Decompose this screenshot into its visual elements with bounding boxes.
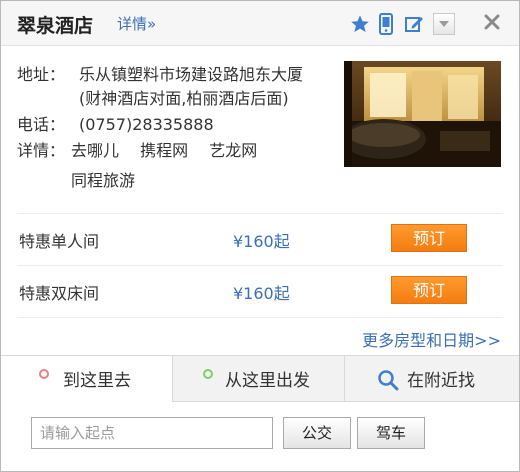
link-elong[interactable]: 艺龙网 [209, 141, 257, 160]
link-tongcheng[interactable]: 同程旅游 [71, 171, 135, 190]
address-line-1: 乐从镇塑料市场建设路旭东大厦 [79, 65, 304, 84]
address-line-2: (财神酒店对面,柏丽酒店后面) [79, 89, 289, 108]
close-icon[interactable] [481, 11, 503, 33]
search-icon [377, 369, 399, 396]
chevron-down-icon[interactable] [433, 13, 455, 35]
hotel-title: 翠泉酒店 [17, 15, 94, 37]
hotel-info-window: 翠泉酒店 详情» 地址： 乐从镇塑料市场建设路旭东大厦 (财神酒店对面,柏丽酒店… [0, 0, 520, 472]
room-price: ¥160起 [233, 232, 290, 251]
popup-header: 翠泉酒店 详情» [1, 1, 519, 46]
route-tabs: 到这里去 从这里出发 在附近找 [1, 355, 519, 402]
bus-button[interactable]: 公交 [283, 417, 351, 449]
more-rooms-link[interactable]: 更多房型和日期>> [362, 327, 501, 351]
green-dot-icon [203, 369, 213, 379]
detail-link[interactable]: 详情» [117, 13, 156, 34]
phone-label: 电话： [17, 115, 66, 134]
tab-nearby-label: 在附近找 [407, 371, 475, 391]
tab-go-here[interactable]: 到这里去 [1, 356, 173, 402]
room-name: 特惠双床间 [19, 284, 100, 303]
tab-nearby[interactable]: 在附近找 [345, 356, 519, 402]
room-row: 特惠双床间 ¥160起 预订 [17, 266, 503, 318]
phone-icon[interactable] [375, 13, 397, 35]
phone-number: (0757)28335888 [79, 115, 214, 134]
tab-from-here-label: 从这里出发 [225, 371, 310, 391]
detail-label: 详情： [17, 141, 66, 160]
room-name: 特惠单人间 [19, 232, 100, 251]
link-qunar[interactable]: 去哪儿 [71, 141, 119, 160]
divider [17, 317, 503, 318]
tab-go-here-label: 到这里去 [63, 371, 131, 391]
red-dot-icon [39, 369, 49, 379]
hotel-photo[interactable] [344, 61, 501, 167]
address-label: 地址： [17, 65, 66, 84]
tab-from-here[interactable]: 从这里出发 [173, 356, 345, 402]
room-row: 特惠单人间 ¥160起 预订 [17, 214, 503, 266]
drive-button[interactable]: 驾车 [357, 417, 425, 449]
star-icon[interactable] [349, 13, 371, 35]
book-button[interactable]: 预订 [391, 224, 467, 252]
link-ctrip[interactable]: 携程网 [140, 141, 188, 160]
book-button[interactable]: 预订 [391, 276, 467, 304]
edit-icon[interactable] [403, 13, 425, 35]
room-price: ¥160起 [233, 284, 290, 303]
start-point-input[interactable] [31, 417, 273, 449]
